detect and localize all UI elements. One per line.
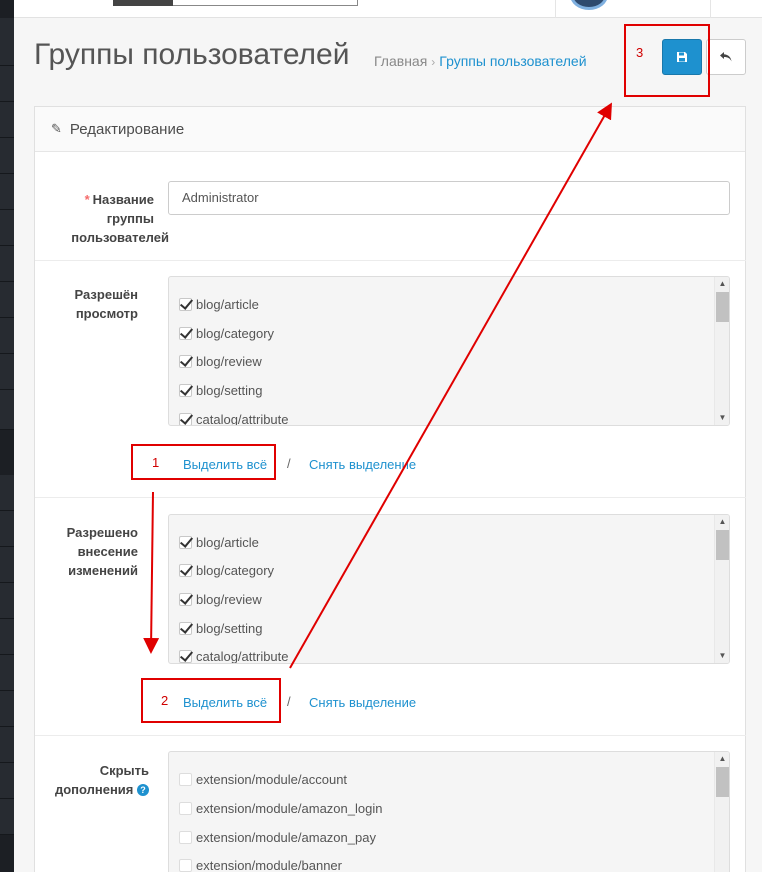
annotation-arrows [143,102,612,669]
arrow-1-to-2 [143,491,160,654]
arrow-2-to-3 [289,102,612,669]
